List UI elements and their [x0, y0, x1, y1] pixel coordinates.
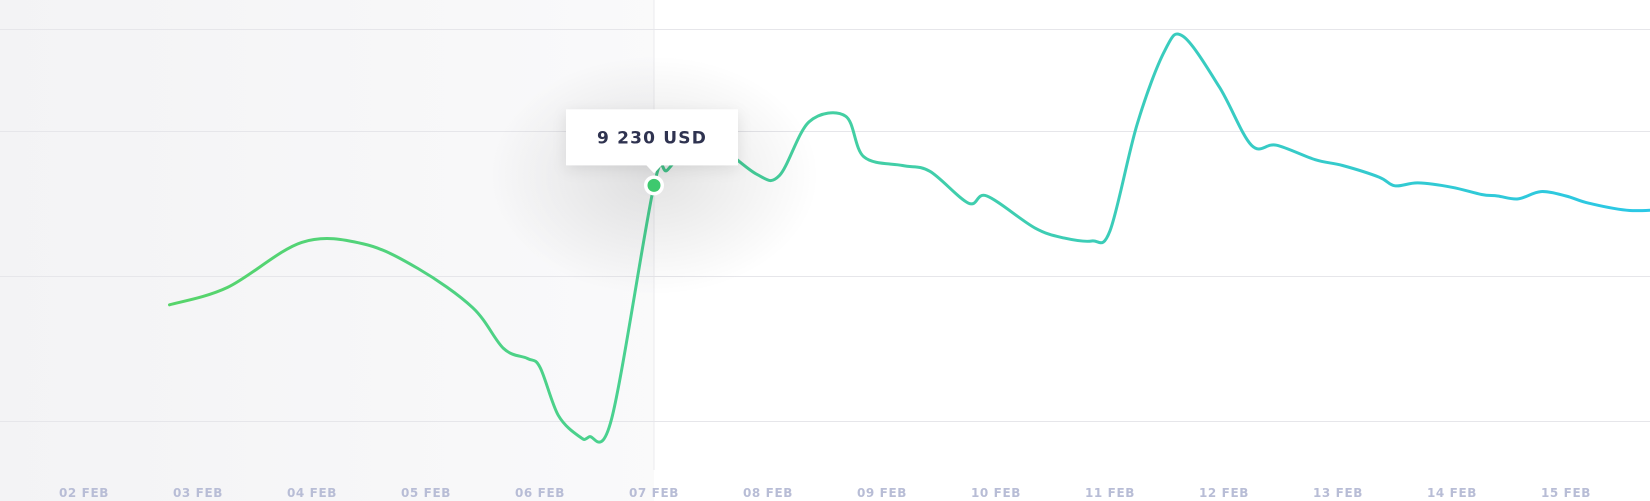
x-tick-label: 05 FEB	[401, 486, 451, 500]
x-tick-label: 11 FEB	[1085, 486, 1135, 500]
x-tick-label: 02 FEB	[59, 486, 109, 500]
chart-canvas: 02 FEB 03 FEB 04 FEB 05 FEB 06 FEB 07 FEB 08 F…	[0, 0, 1650, 501]
tooltip-value: 9 230 USD	[597, 128, 707, 148]
x-tick-label: 08 FEB	[743, 486, 793, 500]
highlight-point[interactable]	[647, 178, 661, 192]
x-tick-label: 06 FEB	[515, 486, 565, 500]
line-chart: 02 FEB 03 FEB 04 FEB 05 FEB 06 FEB 07 FEB 08 F…	[0, 0, 1650, 501]
x-tick-label: 10 FEB	[971, 486, 1021, 500]
x-tick-label: 03 FEB	[173, 486, 223, 500]
x-tick-label: 13 FEB	[1313, 486, 1363, 500]
x-tick-label: 04 FEB	[287, 486, 337, 500]
x-tick-label: 14 FEB	[1427, 486, 1477, 500]
x-tick-label: 09 FEB	[857, 486, 907, 500]
x-tick-label: 12 FEB	[1199, 486, 1249, 500]
x-tick-label: 15 FEB	[1541, 486, 1591, 500]
x-tick-label: 07 FEB	[629, 486, 679, 500]
